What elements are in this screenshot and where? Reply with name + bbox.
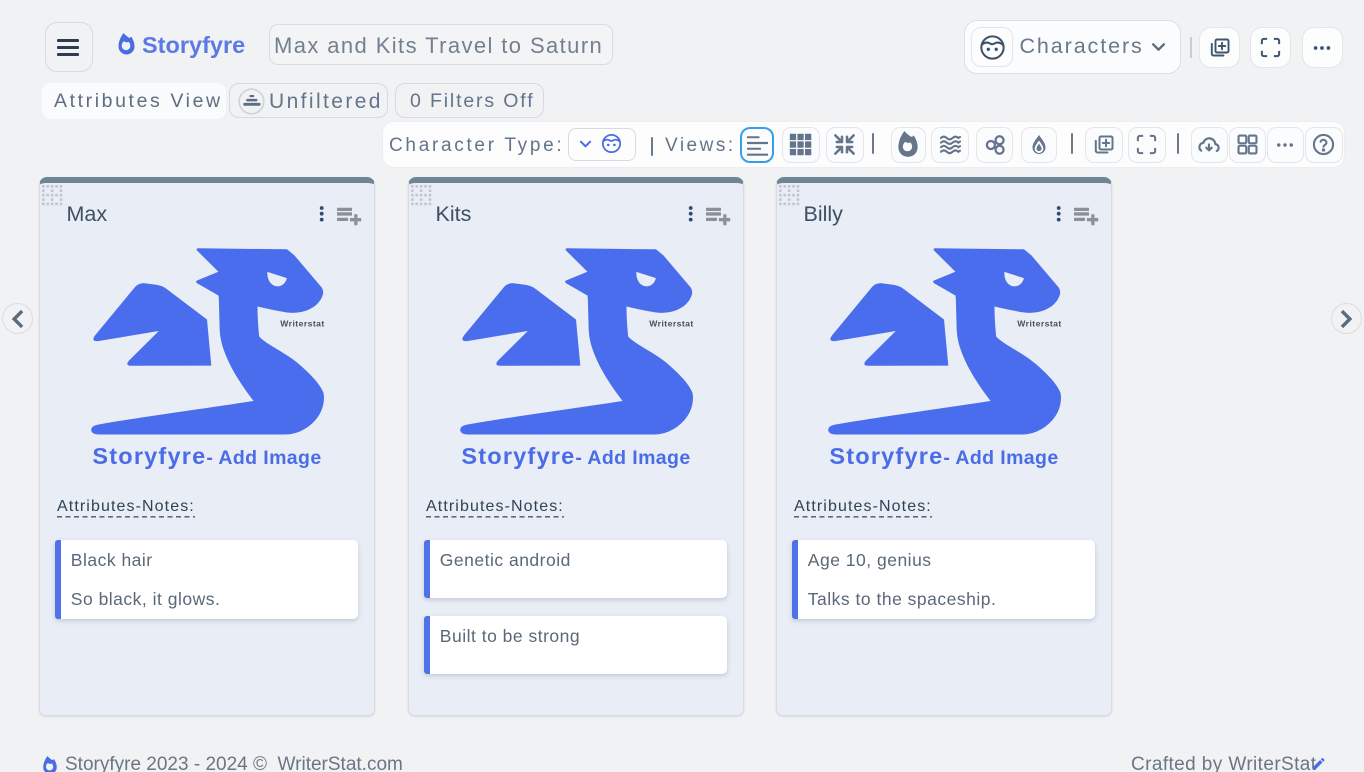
svg-text:Writerstat: Writerstat [1017, 319, 1061, 329]
svg-text:Writerstat: Writerstat [649, 319, 693, 329]
svg-text:Writerstat: Writerstat [280, 319, 324, 329]
